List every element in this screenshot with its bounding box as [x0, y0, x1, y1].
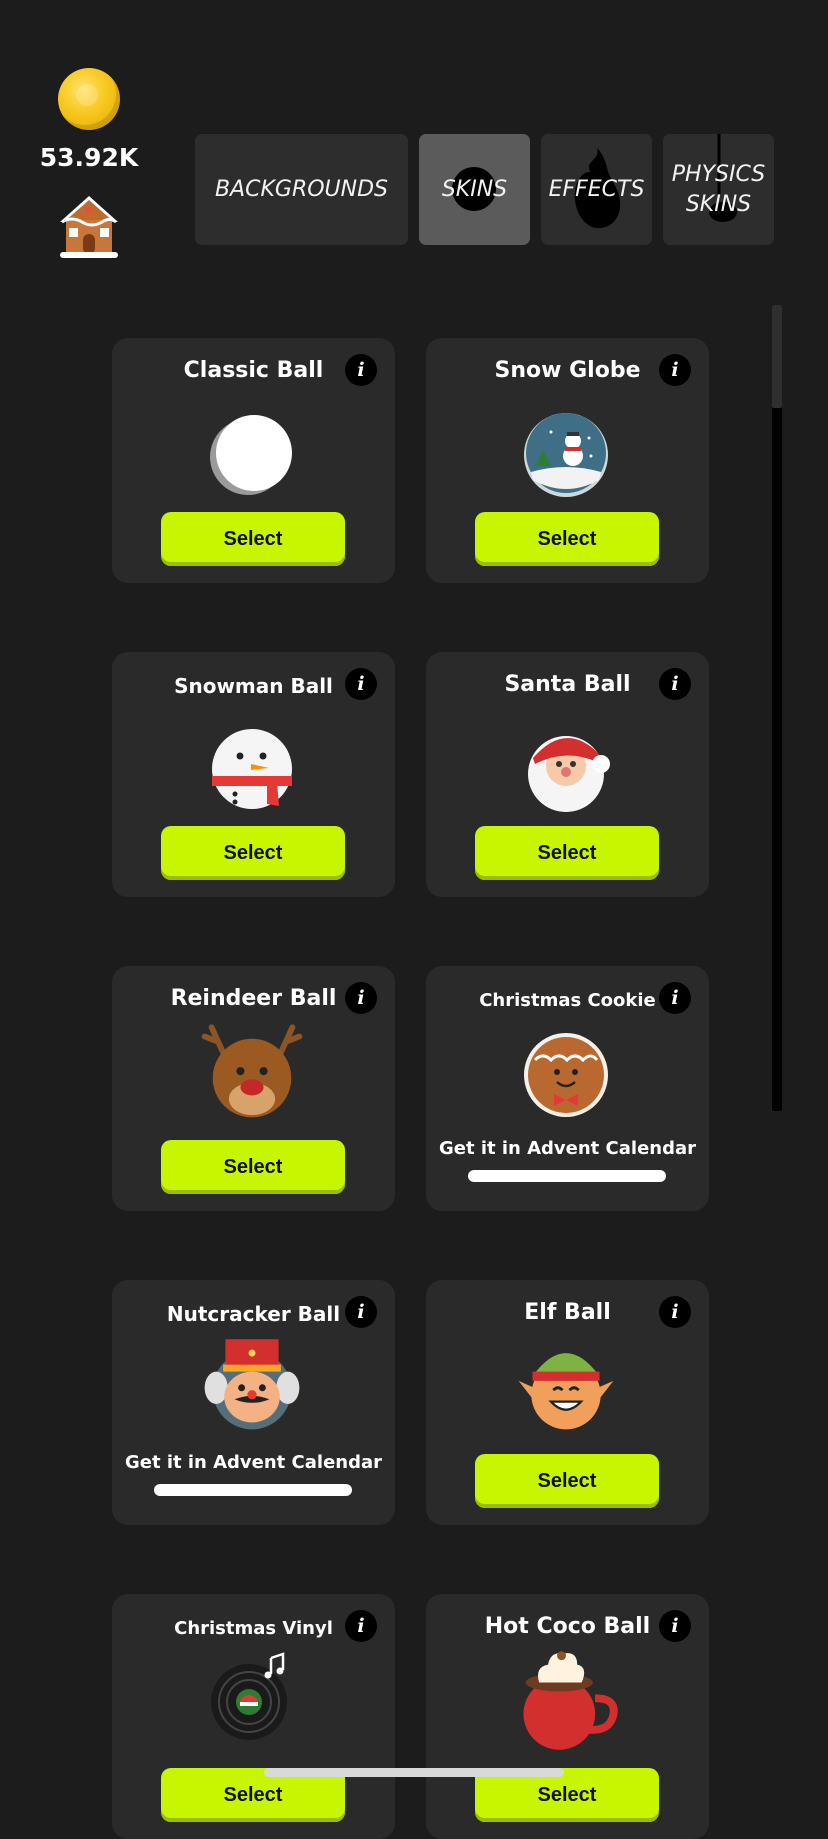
elf-ball-icon: [518, 1353, 614, 1430]
tab-skins[interactable]: SKINS: [419, 134, 530, 245]
tab-label: SKINS: [441, 176, 508, 202]
info-icon[interactable]: i: [345, 1610, 377, 1642]
tab-label: BACKGROUNDS: [214, 176, 389, 202]
skin-card: Reindeer Ball i Select: [112, 966, 395, 1211]
tab-label: EFFECTS: [548, 176, 645, 202]
hot-cocoa-mug-icon: [523, 1651, 618, 1750]
info-icon[interactable]: i: [659, 1296, 691, 1328]
christmas-vinyl-icon: [211, 1652, 287, 1740]
info-icon[interactable]: i: [659, 668, 691, 700]
select-button[interactable]: Select: [161, 826, 345, 880]
home-indicator[interactable]: [264, 1768, 564, 1777]
tab-effects[interactable]: EFFECTS: [541, 134, 652, 245]
tab-label: PHYSICS SKINS: [671, 161, 766, 217]
gingerbread-cookie-icon: [524, 1033, 608, 1117]
scrollbar[interactable]: [772, 305, 782, 1111]
skin-card: Nutcracker Ball i Get it in Advent Calen…: [112, 1280, 395, 1525]
snow-globe-icon: [524, 413, 608, 497]
santa-ball-icon: [528, 736, 610, 812]
nutcracker-ball-icon: [204, 1339, 300, 1430]
skin-card: Christmas Cookie i Get it in Advent Cale…: [426, 966, 709, 1211]
skin-card: Hot Coco Ball i Select: [426, 1594, 709, 1839]
select-button[interactable]: Select: [161, 512, 345, 566]
tab-backgrounds[interactable]: BACKGROUNDS: [195, 134, 408, 245]
skin-card: Snow Globe i Select: [426, 338, 709, 583]
info-icon[interactable]: i: [345, 354, 377, 386]
progress-bar: [468, 1170, 666, 1182]
scrollbar-thumb[interactable]: [772, 305, 782, 408]
skin-card: Christmas Vinyl i Select: [112, 1594, 395, 1839]
coin-balance: 53.92K: [39, 143, 139, 172]
info-icon[interactable]: i: [345, 668, 377, 700]
info-icon[interactable]: i: [345, 982, 377, 1014]
coin-icon: [58, 68, 120, 130]
select-button[interactable]: Select: [475, 826, 659, 880]
skin-card: Elf Ball i Select: [426, 1280, 709, 1525]
classic-ball-icon: [210, 415, 292, 495]
info-icon[interactable]: i: [659, 1610, 691, 1642]
progress-bar: [154, 1484, 352, 1496]
select-button[interactable]: Select: [475, 512, 659, 566]
info-icon[interactable]: i: [659, 354, 691, 386]
unlock-hint: Get it in Advent Calendar: [124, 1452, 383, 1473]
info-icon[interactable]: i: [345, 1296, 377, 1328]
gingerbread-house-icon[interactable]: [54, 192, 124, 260]
skin-card: Snowman Ball i Select: [112, 652, 395, 897]
skin-card: Santa Ball i Select: [426, 652, 709, 897]
snowman-ball-icon: [212, 729, 292, 809]
unlock-hint: Get it in Advent Calendar: [438, 1138, 697, 1159]
skin-card: Classic Ball i Select: [112, 338, 395, 583]
info-icon[interactable]: i: [659, 982, 691, 1014]
tab-physics-skins[interactable]: PHYSICS SKINS: [663, 134, 774, 245]
reindeer-ball-icon: [201, 1024, 303, 1118]
select-button[interactable]: Select: [161, 1140, 345, 1194]
select-button[interactable]: Select: [475, 1454, 659, 1508]
